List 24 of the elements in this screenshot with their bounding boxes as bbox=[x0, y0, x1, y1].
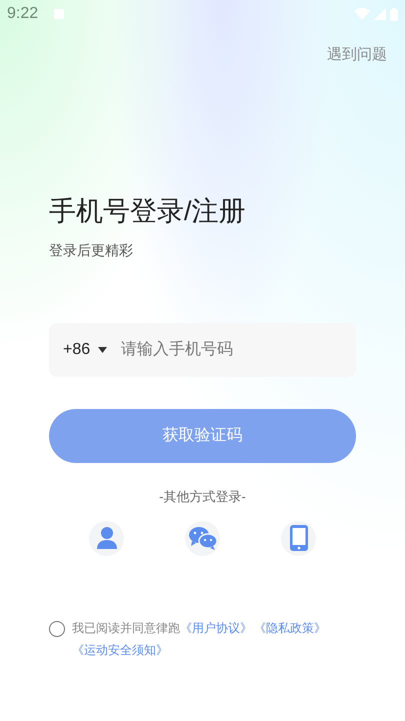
country-code-dropdown[interactable]: +86 bbox=[63, 338, 108, 362]
person-icon bbox=[96, 526, 118, 550]
page-title: 手机号登录/注册 bbox=[49, 194, 247, 228]
help-link[interactable]: 遇到问题 bbox=[327, 44, 387, 66]
policy-link[interactable]: 《用户协议》 bbox=[180, 620, 252, 635]
other-login-label: -其他方式登录- bbox=[158, 488, 247, 506]
caret-icon bbox=[98, 347, 108, 354]
signal-icon bbox=[374, 8, 386, 20]
login-option-button[interactable] bbox=[89, 520, 124, 556]
phone-input[interactable]: 请输入手机号码 bbox=[121, 338, 342, 362]
login-option-button[interactable] bbox=[281, 520, 316, 556]
tablet-icon bbox=[290, 525, 308, 552]
wifi-icon bbox=[354, 8, 370, 20]
policy-link[interactable]: 《运动安全须知》 bbox=[72, 642, 168, 657]
notification-icon bbox=[54, 9, 64, 19]
subtitle: 登录后更精彩 bbox=[49, 241, 134, 260]
phone-field[interactable]: +86 请输入手机号码 bbox=[49, 323, 356, 378]
status-time: 9:22 bbox=[7, 4, 38, 24]
agreement-text: 我已阅读并同意律跑《用户协议》 《隐私政策》 《运动安全须知》 bbox=[72, 620, 327, 659]
agreement-checkbox[interactable] bbox=[49, 620, 65, 637]
battery-icon bbox=[390, 8, 398, 20]
login-option-button[interactable] bbox=[185, 520, 220, 556]
policy-link[interactable]: 《隐私政策》 bbox=[254, 620, 326, 635]
chat-bubbles-icon bbox=[188, 525, 218, 552]
